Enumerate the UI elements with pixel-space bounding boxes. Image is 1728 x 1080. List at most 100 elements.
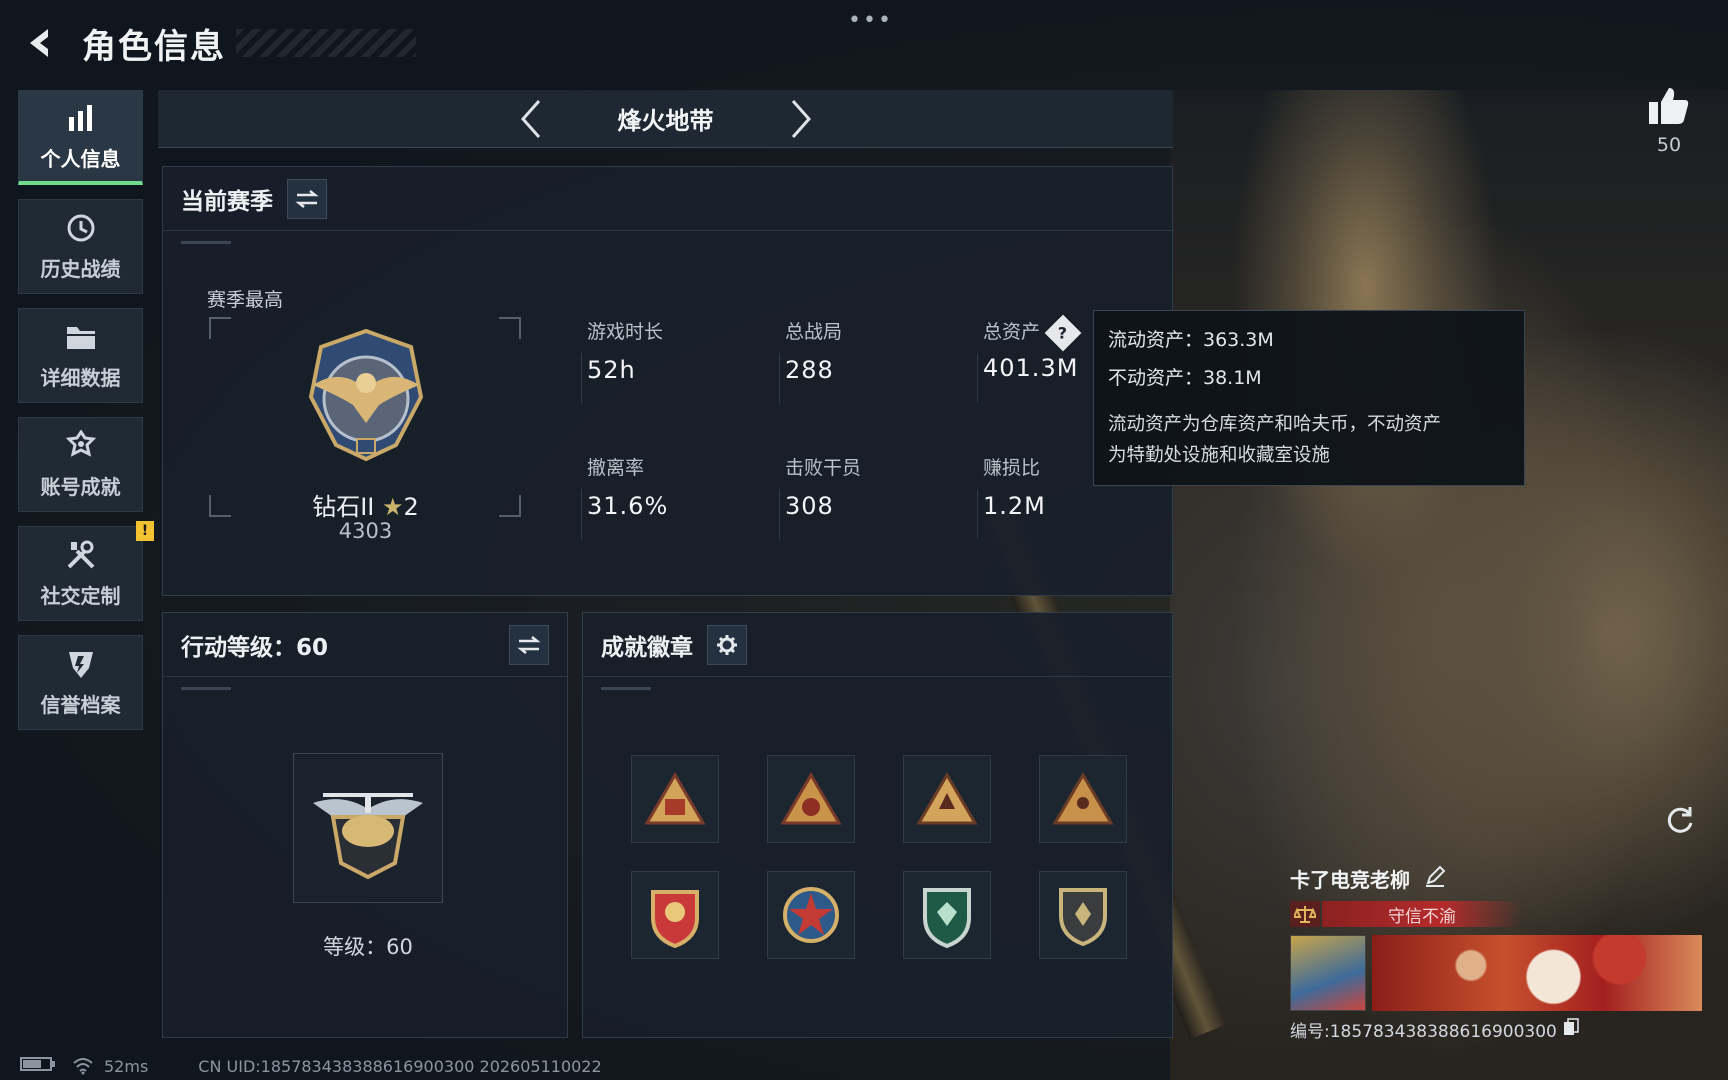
achievements-panel: 成就徽章 [582,612,1173,1038]
tooltip-fixed-assets: 不动资产：38.1M [1108,367,1262,389]
divider [581,489,582,539]
sidebar-item-label: 历史战绩 [40,257,121,281]
triangle-medal-icon [644,772,706,825]
stat-extraction-rate: 撤离率 31.6% [587,453,747,520]
stat-label: 撤离率 [587,457,645,479]
like-count: 50 [1656,134,1682,156]
achievement-settings-button[interactable] [707,624,747,665]
avatar[interactable] [1290,935,1366,1011]
stat-playtime: 游戏时长 52h [587,317,747,384]
tooltip-description: 流动资产为仓库资产和哈夫币，不动资产 为特勤处设施和收藏室设施 [1108,409,1510,471]
battery-icon [20,1056,56,1076]
achievement-badge[interactable] [1039,871,1127,959]
sidebar-item-label: 信誉档案 [40,693,121,717]
divider [601,687,651,690]
sidebar-item-label: 账号成就 [40,475,121,499]
action-level-panel: 行动等级：60 等级：60 [162,612,568,1038]
season-panel: 当前赛季 赛季最高 钻石II ★2 4303 游戏时长 52h 总战局 288 [162,166,1173,596]
page-title: 角色信息 [82,26,226,67]
sidebar-item-label: 个人信息 [40,146,121,171]
achievement-icon [64,429,98,463]
player-name: 卡了电竞老柳 [1290,868,1410,892]
rotate-view-icon[interactable] [1660,800,1700,840]
level-text: 等级：60 [323,935,413,959]
prev-mode-chevron-icon[interactable] [511,94,551,144]
achievements-header: 成就徽章 [583,613,1172,677]
switch-level-button[interactable] [509,624,549,665]
like-button[interactable]: 50 [1645,86,1693,156]
diamond-rank-emblem-icon [291,327,441,462]
achievements-title: 成就徽章 [601,634,693,661]
stat-label: 击败干员 [785,457,862,479]
divider [779,353,780,403]
sidebar-item-social[interactable]: ! 社交定制 [18,521,154,621]
next-mode-chevron-icon[interactable] [781,94,821,144]
stat-value: 31.6% [587,492,669,520]
help-icon[interactable]: ? [1044,314,1082,351]
sidebar-item-personal-info[interactable]: 个人信息 [18,90,143,185]
history-icon [64,211,98,245]
switch-season-button[interactable] [287,178,327,219]
divider [181,241,231,244]
season-panel-header: 当前赛季 [163,167,1172,231]
stat-value: 1.2M [983,492,1046,520]
stat-value: 288 [785,356,834,384]
rank-points: 4303 [338,519,393,543]
sidebar-item-label: 详细数据 [40,366,121,390]
star-icon: ★ [382,493,404,521]
achievement-badge[interactable] [903,755,991,843]
honor-label: 守信不渝 [1322,901,1522,927]
ping-value: 52ms [104,1056,149,1076]
player-uid-row: 编号:185783438388616900300 [1290,1017,1706,1042]
tooltip-liquid-assets: 流动资产：363.3M [1108,329,1274,351]
banner-row [1290,935,1706,1011]
wifi-icon [72,1057,94,1075]
stat-value: 52h [587,356,636,384]
shield-medal-icon [651,890,699,948]
emerald-shield-icon [923,888,971,948]
stat-total-matches: 总战局 288 [785,317,945,384]
swap-icon [517,635,541,654]
achievement-badge[interactable] [767,755,855,843]
assets-tooltip: 流动资产：363.3M 不动资产：38.1M 流动资产为仓库资产和哈夫币，不动资… [1093,310,1525,486]
mode-switcher: 烽火地带 [158,90,1173,148]
achievement-badge[interactable] [903,871,991,959]
stat-kills: 击败干员 308 [785,453,945,520]
star-medal-icon [783,887,839,943]
achievement-badge[interactable] [1039,755,1127,843]
stat-label: 总战局 [785,321,843,343]
sidebar-item-details[interactable]: 详细数据 [18,308,143,403]
sidebar-item-history[interactable]: 历史战绩 [18,199,143,294]
scales-icon [1290,901,1320,927]
edit-pen-icon[interactable] [1424,865,1446,892]
bar-chart-icon [64,101,98,135]
stat-label-text: 总资产 [983,321,1041,343]
player-banner[interactable] [1372,935,1702,1011]
triangle-medal-icon [780,772,842,825]
tools-icon [64,538,98,572]
folder-icon [64,320,98,354]
achievement-badge[interactable] [631,871,719,959]
copy-icon[interactable] [1563,1018,1579,1041]
title-decoration [236,29,416,57]
gear-icon [717,634,737,655]
achievement-badge[interactable] [631,755,719,843]
stat-value: 308 [785,492,834,520]
swap-icon [295,189,319,208]
tooltip-desc-line: 流动资产为仓库资产和哈夫币，不动资产 [1108,414,1442,435]
sidebar-item-achievements[interactable]: 账号成就 [18,417,143,512]
shield-icon [64,647,98,681]
action-level-header: 行动等级：60 [163,613,567,677]
rank-stars: 2 [403,493,419,521]
sidebar: 个人信息 历史战绩 详细数据 账号成就 ! 社交定制 信誉档案 [18,90,154,744]
back-arrow-icon[interactable] [20,23,60,63]
more-dots-icon[interactable]: ••• [848,8,893,33]
stat-label: 游戏时长 [587,321,664,343]
notification-badge: ! [136,521,154,541]
honor-row: 守信不渝 [1290,901,1706,927]
player-card: 卡了电竞老柳 守信不渝 编号:185783438388616900300 [1290,864,1706,1044]
divider [181,687,231,690]
triangle-medal-icon [1052,772,1114,825]
achievement-badge[interactable] [767,871,855,959]
sidebar-item-credit[interactable]: 信誉档案 [18,635,143,730]
